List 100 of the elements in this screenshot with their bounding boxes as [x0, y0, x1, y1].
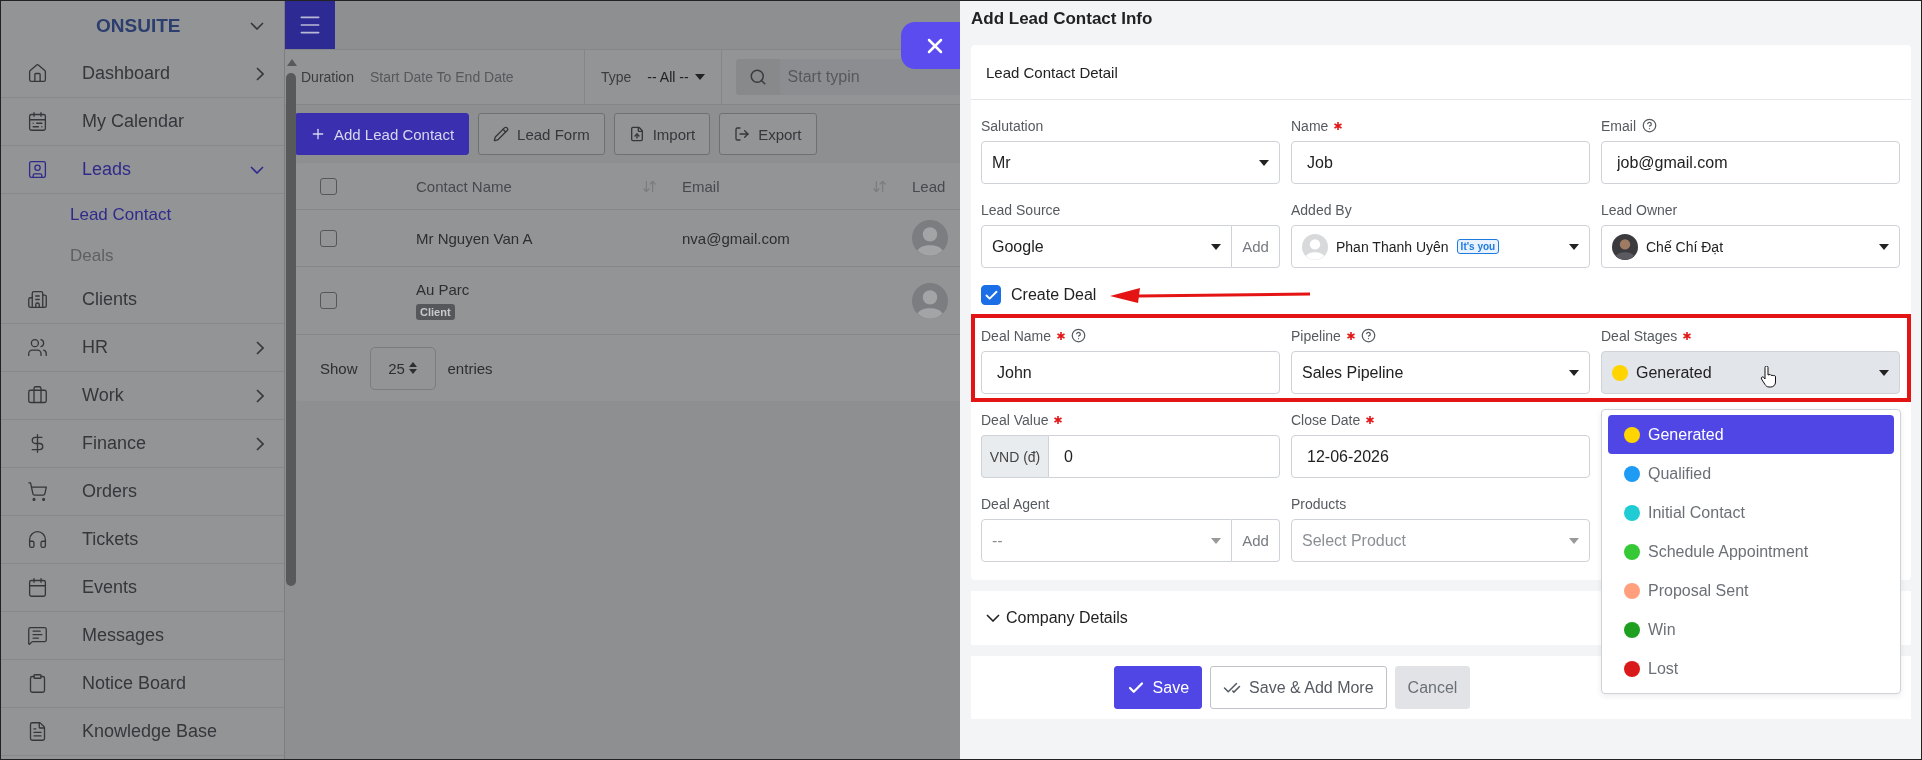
text-field[interactable]: John	[981, 351, 1280, 394]
sidebar-item[interactable]: Notice Board	[1, 660, 284, 708]
sidebar-item[interactable]: Tickets	[1, 516, 284, 564]
contact-name: Au Parc	[416, 281, 470, 298]
caret-icon	[1211, 537, 1221, 544]
field-label: Deal Agent	[981, 495, 1050, 512]
page-size-select[interactable]: 25	[369, 346, 436, 390]
sidebar-item[interactable]: Leads	[1, 146, 284, 194]
file-upload-icon	[628, 126, 645, 142]
text-field[interactable]: 12-06-2026	[1291, 435, 1590, 478]
text-field[interactable]: Job	[1291, 141, 1590, 184]
field-label: Products	[1291, 495, 1347, 512]
calendar-icon	[27, 577, 48, 598]
scrollbar-thumb[interactable]	[286, 73, 296, 586]
select-field[interactable]: Chế Chí Đạt	[1601, 225, 1900, 268]
checkbox[interactable]	[981, 285, 1001, 305]
stage-option[interactable]: Initial Contact	[1608, 493, 1894, 532]
field-label: Email	[1601, 117, 1636, 134]
pointer-cursor-icon	[1760, 366, 1778, 388]
column-header[interactable]: Contact Name	[416, 177, 512, 195]
plus-icon	[310, 126, 326, 142]
sidebar-item[interactable]: Finance	[1, 420, 284, 468]
column-header[interactable]: Lead	[912, 177, 946, 195]
you-badge: It's you	[1456, 239, 1500, 254]
filter-label: Duration	[301, 69, 354, 85]
stage-option[interactable]: Schedule Appointment	[1608, 532, 1894, 571]
field-label: Pipeline	[1291, 327, 1341, 344]
caret-icon	[694, 74, 705, 80]
filter-label: Type	[601, 69, 632, 85]
chevron-down-icon[interactable]	[250, 21, 264, 30]
checkbox[interactable]	[320, 292, 337, 309]
select-field[interactable]: --	[981, 519, 1232, 562]
headset-icon	[27, 529, 48, 550]
sidebar-subitem[interactable]: Lead Contact	[1, 194, 284, 235]
form-button[interactable]: Cancel	[1394, 666, 1471, 709]
export-icon	[734, 126, 751, 142]
select-field[interactable]: Phan Thanh Uyên It's you	[1291, 225, 1590, 268]
sidebar-item[interactable]: Orders	[1, 468, 284, 516]
section-title: Lead Contact Detail	[986, 63, 1118, 81]
sidebar-item[interactable]: Events	[1, 564, 284, 612]
type-select[interactable]: -- All --	[647, 69, 705, 85]
checkbox[interactable]	[320, 229, 337, 247]
pencil-icon	[493, 126, 510, 142]
amount-field[interactable]: 0	[1048, 435, 1280, 478]
stage-option[interactable]: Win	[1608, 610, 1894, 649]
avatar	[912, 220, 948, 256]
email-text: nva@gmail.com	[682, 229, 790, 247]
stage-option[interactable]: Proposal Sent	[1608, 571, 1894, 610]
sidebar-item[interactable]: My Calendar	[1, 98, 284, 146]
add-button[interactable]: Add	[1232, 225, 1280, 268]
menu-button[interactable]	[285, 1, 335, 49]
sidebar-item[interactable]: Clients	[1, 276, 284, 324]
caret-icon	[1569, 537, 1579, 544]
select-field[interactable]: Select Product	[1291, 519, 1590, 562]
scroll-up-icon[interactable]	[287, 59, 297, 66]
sidebar-item[interactable]: Knowledge Base	[1, 708, 284, 756]
caret-icon	[1211, 243, 1221, 250]
date-range-field[interactable]: Start Date To End Date	[369, 69, 514, 85]
column-header[interactable]: Email	[682, 177, 720, 195]
caret-icon	[1569, 369, 1579, 376]
stage-option[interactable]: Generated	[1608, 415, 1894, 454]
add-button[interactable]: Add	[1232, 519, 1280, 562]
field-label: Lead Source	[981, 201, 1061, 218]
help-icon[interactable]	[1071, 328, 1087, 343]
caret-icon	[1879, 369, 1889, 376]
building-icon	[27, 289, 48, 310]
text-field[interactable]: job@gmail.com	[1601, 141, 1900, 184]
sort-caret-icon	[408, 362, 417, 374]
toolbar-button[interactable]: Lead Form	[478, 113, 605, 155]
close-button[interactable]	[901, 22, 960, 69]
search-icon[interactable]	[748, 68, 767, 86]
show-label: Show	[320, 359, 358, 377]
client-badge: Client	[416, 304, 455, 320]
stage-option[interactable]: Qualified	[1608, 454, 1894, 493]
caret-icon	[1879, 243, 1889, 250]
section-toggle[interactable]: Company Details	[986, 609, 1128, 627]
help-icon[interactable]	[1642, 118, 1657, 133]
select-field[interactable]: Sales Pipeline	[1291, 351, 1590, 394]
people-icon	[27, 337, 48, 358]
stage-option[interactable]: Lost	[1608, 649, 1894, 688]
sidebar-item[interactable]: Dashboard	[1, 50, 284, 98]
toolbar-button[interactable]: Add Lead Contact	[295, 113, 470, 155]
sidebar-item[interactable]: Messages	[1, 612, 284, 660]
select-field[interactable]: Mr	[981, 141, 1280, 184]
checkbox-label: Create Deal	[1011, 286, 1097, 304]
toolbar-button[interactable]: Import	[613, 113, 711, 155]
form-button[interactable]: Save & Add More	[1210, 666, 1387, 709]
sidebar-item[interactable]: HR	[1, 324, 284, 372]
toolbar-button[interactable]: Export	[719, 113, 817, 155]
panel-title: Add Lead Contact Info	[971, 9, 1154, 30]
user-name: Chế Chí Đạt	[1646, 238, 1724, 255]
clipboard-icon	[27, 673, 48, 694]
checkbox[interactable]	[320, 177, 337, 195]
select-field[interactable]: Google	[981, 225, 1232, 268]
form-button[interactable]: Save	[1113, 666, 1203, 709]
select-field[interactable]: Generated	[1601, 351, 1900, 394]
avatar	[912, 282, 948, 319]
help-icon[interactable]	[1360, 328, 1376, 343]
user-name: Phan Thanh Uyên	[1336, 238, 1449, 255]
sidebar-item[interactable]: Work	[1, 372, 284, 420]
